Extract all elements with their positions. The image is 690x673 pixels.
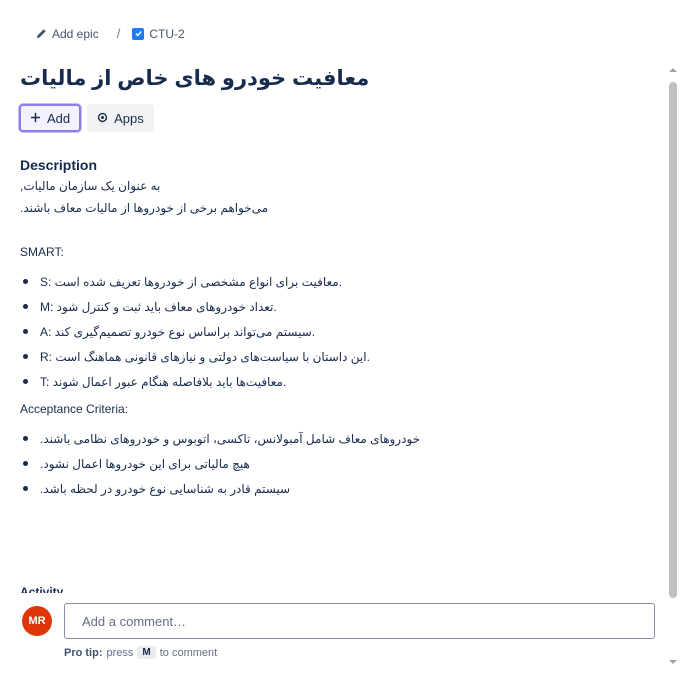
- apps-button-label: Apps: [114, 110, 144, 126]
- acceptance-criteria-label: Acceptance Criteria:: [20, 402, 129, 416]
- scroll-down-arrow-icon[interactable]: [667, 656, 679, 668]
- add-epic-link[interactable]: Add epic: [36, 27, 99, 41]
- plus-icon: [30, 111, 41, 126]
- pencil-icon: [36, 28, 47, 39]
- description-body[interactable]: ,به عنوان یک سازمان مالیات .می‌خواهم برخ…: [20, 177, 660, 505]
- pro-tip-press: press: [106, 646, 134, 659]
- list-item: M: تعداد خودروهای معاف باید ثبت و کنترل …: [20, 298, 660, 323]
- add-button-label: Add: [47, 110, 71, 126]
- acceptance-list: .خودروهای معاف شامل آمبولانس، تاکسی، اتو…: [20, 430, 660, 505]
- smart-list: S: معافیت برای انواع مشخصی از خودروها تع…: [20, 273, 660, 398]
- list-item: R: این داستان با سیاست‌های دولتی و نیازه…: [20, 348, 660, 373]
- list-item: T: معافیت‌ها باید بلافاصله هنگام عبور اع…: [20, 373, 660, 398]
- scrollbar-thumb[interactable]: [669, 82, 677, 598]
- description-heading: Description: [20, 157, 98, 173]
- description-intro-line: ,به عنوان یک سازمان مالیات: [20, 179, 161, 193]
- list-item: A: سیستم می‌تواند براساس نوع خودرو تصمیم…: [20, 323, 660, 348]
- avatar[interactable]: MR: [22, 606, 52, 636]
- list-item: .هیچ مالیاتی برای این خودروها اعمال نشود: [20, 455, 660, 480]
- scroll-up-arrow-icon[interactable]: [667, 64, 679, 76]
- list-item: .سیستم قادر به شناسایی نوع خودرو در لحظه…: [20, 480, 660, 505]
- description-intro-line: .می‌خواهم برخی از خودروها از مالیات معاف…: [20, 201, 269, 215]
- add-epic-label: Add epic: [52, 26, 99, 41]
- apps-icon: [97, 111, 108, 126]
- list-item: S: معافیت برای انواع مشخصی از خودروها تع…: [20, 273, 660, 298]
- add-button[interactable]: Add: [19, 104, 82, 132]
- issue-title[interactable]: معافیت خودرو های خاص از مالیات: [20, 66, 369, 91]
- smart-label: SMART:: [20, 245, 64, 259]
- task-checkbox-icon: [132, 27, 145, 40]
- comment-input[interactable]: Add a comment…: [64, 603, 655, 639]
- list-item: .خودروهای معاف شامل آمبولانس، تاکسی، اتو…: [20, 430, 660, 455]
- vertical-scrollbar[interactable]: [667, 64, 679, 668]
- breadcrumb: Add epic / CTU-2: [36, 26, 185, 41]
- issue-actions: Add Apps: [19, 104, 154, 132]
- pro-tip-label: Pro tip:: [64, 646, 103, 659]
- issue-key-link[interactable]: CTU-2: [132, 26, 185, 41]
- activity-heading: Activity: [20, 585, 64, 593]
- pro-tip: Pro tip: press M to comment: [64, 646, 217, 659]
- issue-key-label: CTU-2: [149, 26, 185, 41]
- shortcut-key: M: [137, 646, 156, 659]
- pro-tip-suffix: to comment: [159, 646, 218, 659]
- breadcrumb-separator: /: [116, 26, 121, 41]
- apps-button[interactable]: Apps: [87, 104, 154, 132]
